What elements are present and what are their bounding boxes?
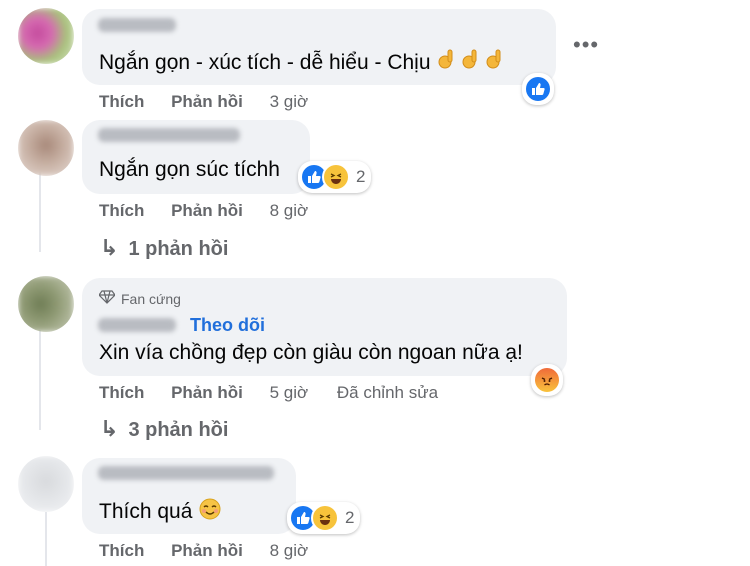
reply-button[interactable]: Phản hồi: [171, 383, 243, 402]
comment-text: Thích quá: [99, 497, 222, 527]
comment-actions: Thích Phản hồi 8 giờ: [99, 201, 332, 221]
reply-arrow-icon: ↳: [100, 235, 119, 260]
view-replies-link[interactable]: ↳ 3 phản hồi: [100, 416, 228, 442]
reaction-count: 2: [345, 508, 355, 527]
comment-actions: Thích Phản hồi 8 giờ: [99, 541, 332, 561]
thread-line: [39, 172, 41, 252]
ok-hand-icon: [436, 48, 508, 78]
diamond-icon: [98, 290, 116, 307]
avatar[interactable]: [18, 276, 74, 332]
like-button[interactable]: Thích: [99, 92, 144, 111]
comment-text-content: Thích quá: [99, 500, 193, 523]
like-reaction-icon: [524, 75, 552, 103]
reply-button[interactable]: Phản hồi: [171, 201, 243, 220]
replies-count: 3 phản hồi: [128, 419, 229, 441]
reaction-summary[interactable]: 2: [287, 502, 361, 534]
like-button[interactable]: Thích: [99, 201, 144, 220]
like-button[interactable]: Thích: [99, 541, 144, 560]
comment-actions: Thích Phản hồi 3 giờ: [99, 92, 332, 112]
reply-button[interactable]: Phản hồi: [171, 541, 243, 560]
haha-reaction-icon: [322, 163, 350, 191]
thread-line: [39, 330, 41, 430]
timestamp[interactable]: 3 giờ: [270, 92, 309, 111]
comment-text: Ngắn gọn - xúc tích - dễ hiểu - Chịu: [99, 48, 508, 78]
comment-text: Xin vía chồng đẹp còn giàu còn ngoan nữa…: [99, 341, 523, 364]
timestamp[interactable]: 8 giờ: [270, 541, 309, 560]
reply-arrow-icon: ↳: [100, 416, 119, 441]
reaction-count: 2: [356, 167, 366, 186]
view-replies-link[interactable]: ↳ 1 phản hồi: [100, 235, 228, 261]
reply-button[interactable]: Phản hồi: [171, 92, 243, 111]
author-name-blurred[interactable]: [98, 318, 176, 332]
timestamp[interactable]: 8 giờ: [270, 201, 309, 220]
avatar[interactable]: [18, 456, 74, 512]
reaction-summary[interactable]: 2: [298, 161, 372, 193]
badge-label: Fan cứng: [121, 290, 181, 307]
author-name-blurred[interactable]: [98, 128, 240, 142]
edited-label: Đã chỉnh sửa: [336, 383, 439, 402]
comment-actions: Thích Phản hồi 5 giờ Đã chỉnh sửa: [99, 383, 438, 403]
smiling-face-icon: [198, 497, 222, 527]
comment-text-content: Ngắn gọn - xúc tích - dễ hiểu - Chịu: [99, 51, 431, 74]
reaction-summary[interactable]: [531, 364, 563, 396]
like-button[interactable]: Thích: [99, 383, 144, 402]
thread-line: [45, 512, 47, 566]
comment-text: Ngắn gọn súc tíchh: [99, 158, 280, 181]
replies-count: 1 phản hồi: [128, 238, 229, 260]
author-name-blurred[interactable]: [98, 18, 176, 32]
timestamp[interactable]: 5 giờ: [270, 383, 309, 402]
avatar[interactable]: [18, 8, 74, 64]
haha-reaction-icon: [311, 504, 339, 532]
follow-link[interactable]: Theo dõi: [190, 315, 265, 336]
more-options-button[interactable]: •••: [573, 32, 599, 58]
angry-reaction-icon: [533, 366, 561, 394]
fan-badge[interactable]: Fan cứng: [98, 290, 181, 307]
avatar[interactable]: [18, 120, 74, 176]
reaction-summary[interactable]: [522, 73, 554, 105]
author-name-blurred[interactable]: [98, 466, 274, 480]
